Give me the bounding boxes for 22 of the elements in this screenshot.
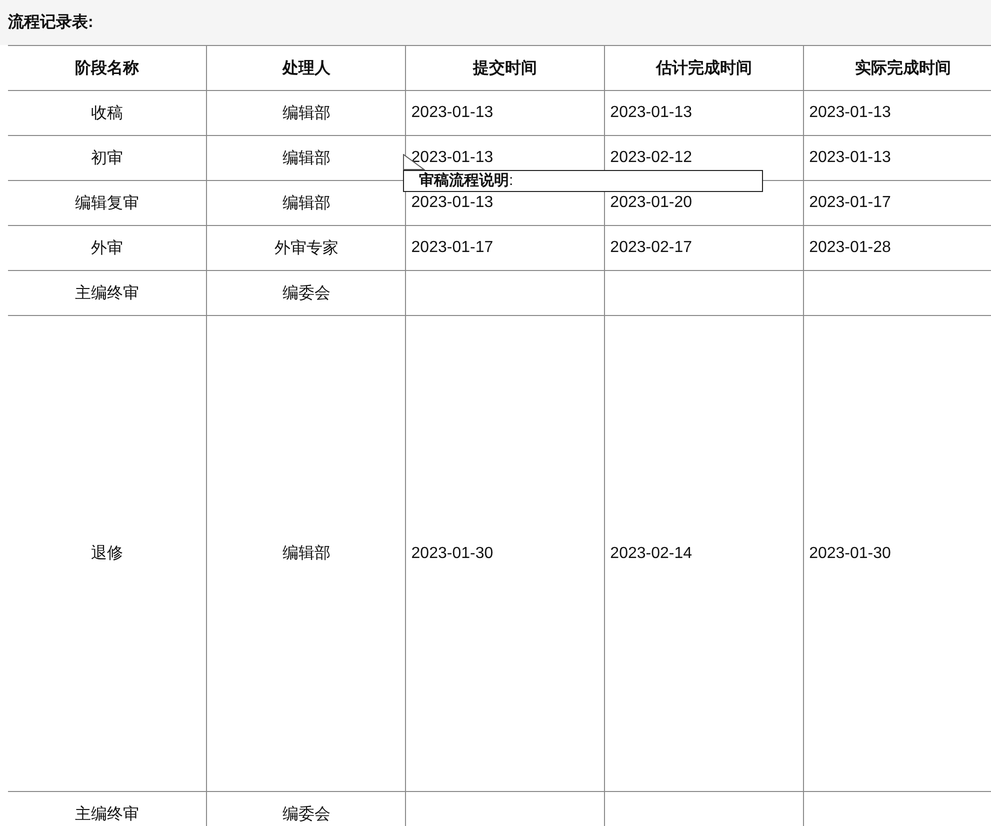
table-cell: 2023-01-13 — [406, 90, 605, 136]
table-cell: 主编终审 — [8, 270, 207, 316]
table-cell: 收稿 — [8, 90, 207, 136]
table-cell: 2023-02-14 — [604, 316, 804, 792]
table-cell: 编辑复审 — [8, 180, 207, 226]
table-cell: 2023-01-13 — [604, 90, 804, 136]
table-cell: 初审 — [8, 136, 207, 180]
column-header: 阶段名称 — [8, 46, 207, 90]
column-header: 提交时间 — [406, 46, 605, 90]
table-cell: 外审专家 — [206, 226, 406, 270]
table-cell: 编委会 — [206, 270, 406, 316]
table-title: 流程记录表: — [8, 12, 94, 33]
table-cell: 编辑部 — [206, 316, 406, 792]
table-cell: 2023-01-30 — [406, 316, 605, 792]
column-header: 估计完成时间 — [604, 46, 804, 90]
column-header: 实际完成时间 — [804, 46, 991, 90]
table-cell: 退修 — [8, 316, 207, 792]
table-cell: 2023-01-17 — [406, 226, 605, 270]
column-header: 处理人 — [206, 46, 406, 90]
table-cell: 2023-02-17 — [604, 226, 804, 270]
table-cell: 编辑部 — [206, 90, 406, 136]
table-cell: 外审 — [8, 226, 207, 270]
